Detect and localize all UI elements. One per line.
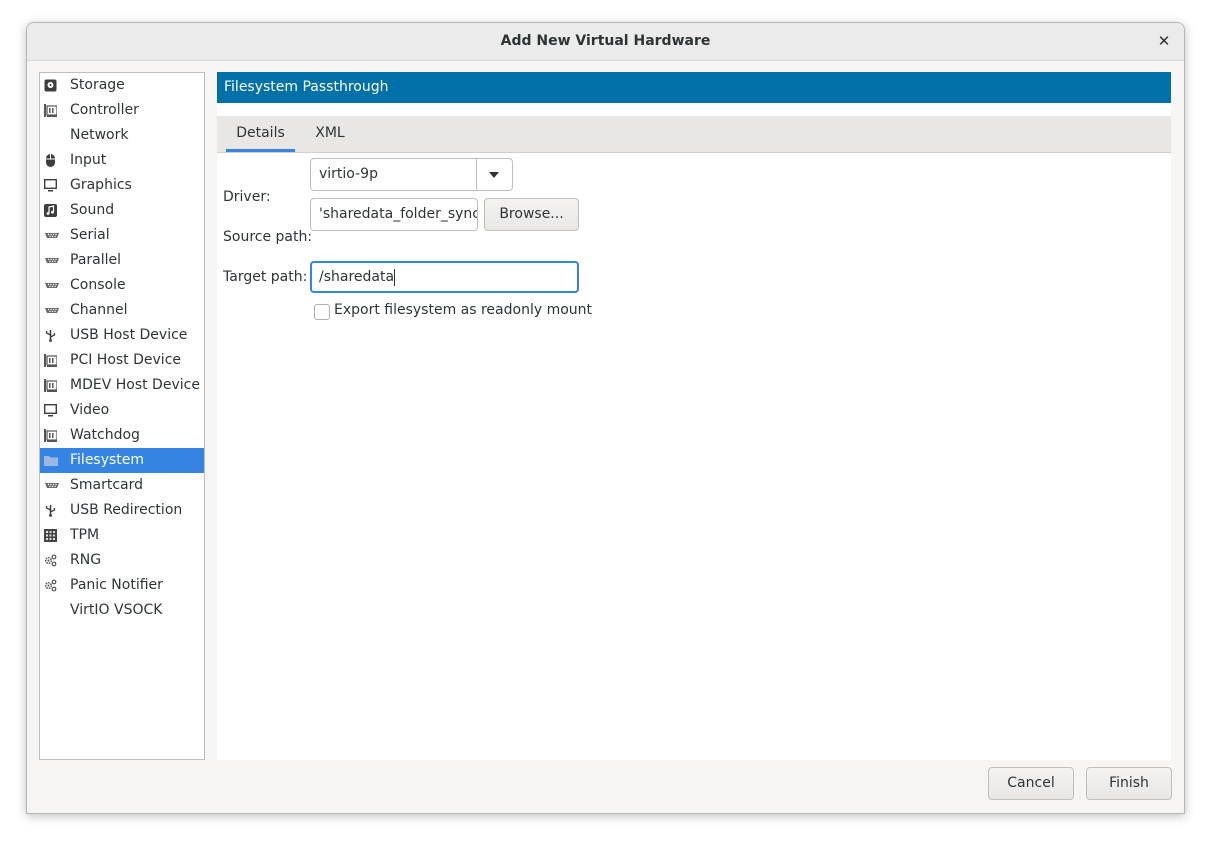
usb-icon xyxy=(44,504,57,517)
sidebar-item-rng[interactable]: RNG xyxy=(40,548,204,573)
sidebar-item-label: Graphics xyxy=(70,177,132,193)
sidebar-item-label: Smartcard xyxy=(70,477,144,493)
sidebar-item-parallel[interactable]: Parallel xyxy=(40,248,204,273)
hardware-type-list: Storage Controller Network Input Graphics Sou… xyxy=(39,72,205,760)
window-title: Add New Virtual Hardware xyxy=(500,33,711,49)
driver-combo[interactable]: virtio-9p xyxy=(310,158,513,191)
chip-icon xyxy=(44,429,57,442)
sidebar-item-channel[interactable]: Channel xyxy=(40,298,204,323)
sidebar-item-label: Parallel xyxy=(70,252,122,268)
details-panel: Filesystem Passthrough Details XML Drive… xyxy=(217,72,1171,760)
sidebar-item-usb-host-device[interactable]: USB Host Device xyxy=(40,323,204,348)
sidebar-item-label: Filesystem xyxy=(70,452,145,468)
sidebar-item-storage[interactable]: Storage xyxy=(40,73,204,98)
sidebar-item-label: USB Host Device xyxy=(70,327,188,343)
readonly-checkbox-label[interactable]: Export filesystem as readonly mount xyxy=(334,302,592,318)
tab-bar: Details XML xyxy=(217,116,1171,153)
sidebar-item-tpm[interactable]: TPM xyxy=(40,523,204,548)
serial-port-icon xyxy=(44,229,59,242)
cancel-button[interactable]: Cancel xyxy=(988,767,1074,800)
sidebar-item-controller[interactable]: Controller xyxy=(40,98,204,123)
sidebar-item-label: TPM xyxy=(70,527,100,543)
sidebar-item-label: Sound xyxy=(70,202,115,218)
folder-icon xyxy=(44,454,58,467)
driver-label: Driver: xyxy=(223,189,271,205)
sidebar-item-video[interactable]: Video xyxy=(40,398,204,423)
gear-icon xyxy=(44,554,57,567)
sidebar-item-mdev-host-device[interactable]: MDEV Host Device xyxy=(40,373,204,398)
titlebar: Add New Virtual Hardware ✕ xyxy=(27,23,1184,61)
chevron-down-icon xyxy=(489,172,499,178)
browse-button[interactable]: Browse... xyxy=(484,198,579,231)
sidebar-item-filesystem[interactable]: Filesystem xyxy=(40,448,204,473)
sidebar-item-label: Input xyxy=(70,152,107,168)
finish-button[interactable]: Finish xyxy=(1086,767,1172,800)
tab-details[interactable]: Details xyxy=(226,116,295,152)
sidebar-item-label: Console xyxy=(70,277,126,293)
sidebar-item-label: Channel xyxy=(70,302,128,318)
serial-port-icon xyxy=(44,479,59,492)
sidebar-item-pci-host-device[interactable]: PCI Host Device xyxy=(40,348,204,373)
chip-icon xyxy=(44,104,57,117)
source-path-label: Source path: xyxy=(223,229,313,245)
sidebar-item-network[interactable]: Network xyxy=(40,123,204,148)
serial-port-icon xyxy=(44,304,59,317)
sidebar-item-serial[interactable]: Serial xyxy=(40,223,204,248)
page-title: Filesystem Passthrough xyxy=(217,72,1171,103)
chip-icon xyxy=(44,379,57,392)
driver-dropdown-button[interactable] xyxy=(476,159,512,190)
sidebar-item-label: Watchdog xyxy=(70,427,140,443)
sidebar-item-label: Serial xyxy=(70,227,110,243)
sidebar-item-graphics[interactable]: Graphics xyxy=(40,173,204,198)
sidebar-item-virtio-vsock[interactable]: VirtIO VSOCK xyxy=(40,598,204,623)
sidebar-item-label: MDEV Host Device xyxy=(70,377,200,393)
sidebar-item-label: Controller xyxy=(70,102,139,118)
target-path-value: /sharedata xyxy=(319,269,395,285)
sidebar-item-label: Video xyxy=(70,402,110,418)
sidebar-item-label: RNG xyxy=(70,552,102,568)
sidebar-item-smartcard[interactable]: Smartcard xyxy=(40,473,204,498)
dialog-window: Add New Virtual Hardware ✕ Storage Contro… xyxy=(26,22,1185,814)
sidebar-item-label: Storage xyxy=(70,77,125,93)
serial-port-icon xyxy=(44,254,59,267)
mouse-icon xyxy=(44,154,57,167)
close-button[interactable]: ✕ xyxy=(1154,31,1174,51)
sidebar-item-usb-redirection[interactable]: USB Redirection xyxy=(40,498,204,523)
sidebar-item-label: PCI Host Device xyxy=(70,352,182,368)
target-path-label: Target path: xyxy=(223,269,308,285)
sidebar-item-panic-notifier[interactable]: Panic Notifier xyxy=(40,573,204,598)
serial-port-icon xyxy=(44,279,59,292)
gear-icon xyxy=(44,579,57,592)
sidebar-item-label: Network xyxy=(70,127,129,143)
monitor-icon xyxy=(44,404,57,417)
sidebar-item-label: Panic Notifier xyxy=(70,577,163,593)
disk-icon xyxy=(44,79,57,92)
sidebar-item-watchdog[interactable]: Watchdog xyxy=(40,423,204,448)
sidebar-item-label: VirtIO VSOCK xyxy=(70,602,163,618)
sidebar-item-label: USB Redirection xyxy=(70,502,183,518)
monitor-icon xyxy=(44,179,57,192)
tab-xml[interactable]: XML xyxy=(305,116,355,152)
sidebar-item-sound[interactable]: Sound xyxy=(40,198,204,223)
sidebar-item-input[interactable]: Input xyxy=(40,148,204,173)
tpm-chip-icon xyxy=(44,529,57,542)
chip-icon xyxy=(44,354,57,367)
target-path-input[interactable]: /sharedata xyxy=(310,261,579,293)
text-cursor xyxy=(394,268,396,286)
driver-value: virtio-9p xyxy=(319,166,378,182)
close-icon: ✕ xyxy=(1157,32,1171,50)
source-path-input[interactable]: 'sharedata_folder_sync xyxy=(310,198,478,231)
music-note-icon xyxy=(44,204,57,217)
usb-icon xyxy=(44,329,57,342)
readonly-checkbox[interactable] xyxy=(314,304,330,320)
sidebar-item-console[interactable]: Console xyxy=(40,273,204,298)
